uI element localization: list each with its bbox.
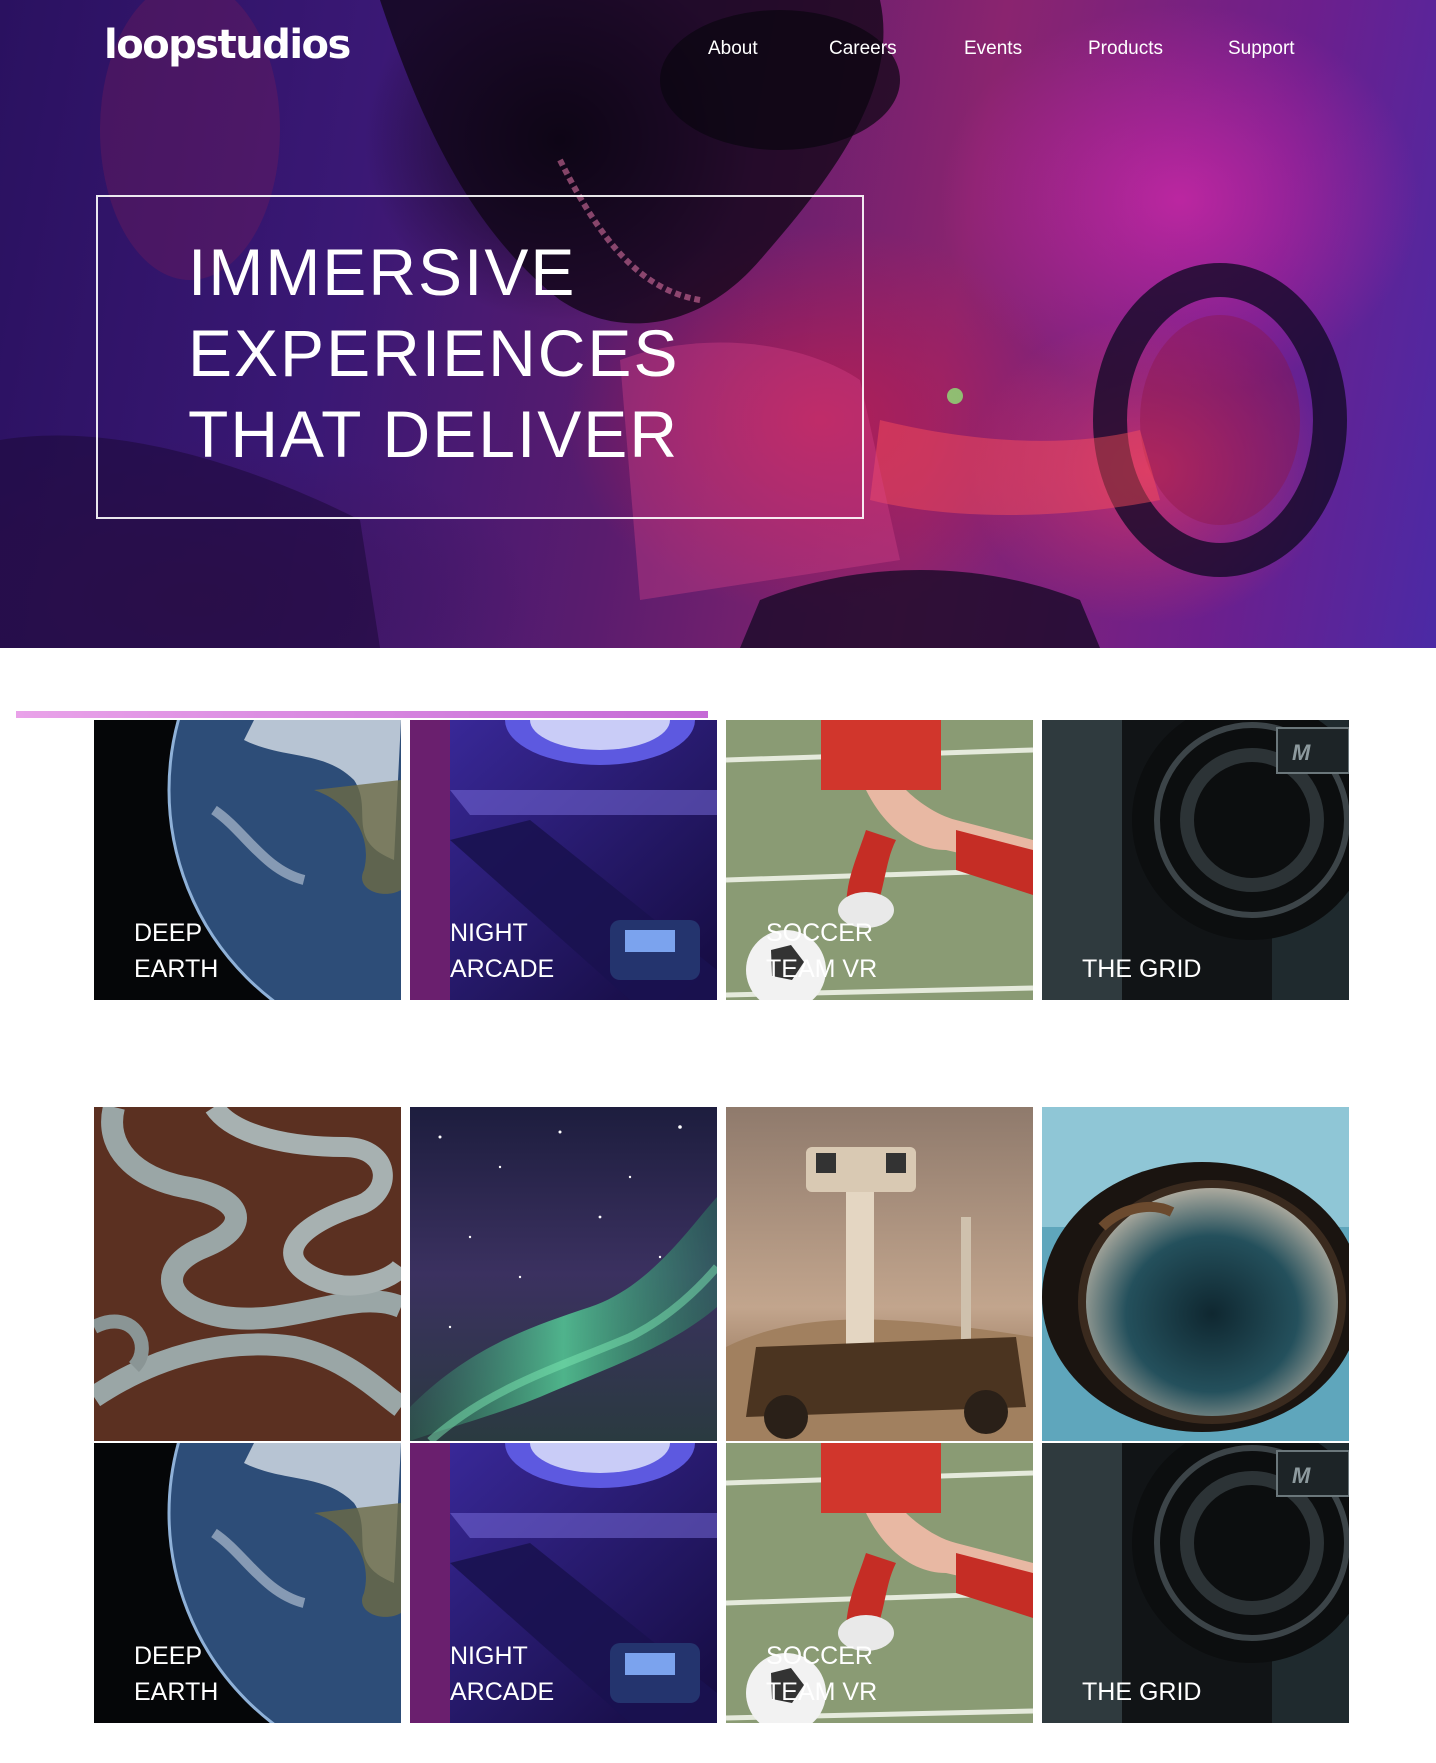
hero-headline-line-2: EXPERIENCES: [188, 316, 680, 390]
tiny-planet-image: [1042, 1107, 1349, 1441]
creation-card-night-arcade[interactable]: NIGHT ARCADE: [410, 1443, 717, 1723]
nav-products[interactable]: Products: [1088, 38, 1163, 60]
creation-card-label: DEEP EARTH: [134, 919, 219, 983]
nav-support[interactable]: Support: [1228, 38, 1295, 60]
hero-headline-line-1: IMMERSIVE: [188, 235, 577, 309]
hero-headline-box: IMMERSIVE EXPERIENCES THAT DELIVER: [96, 195, 864, 519]
creation-tile-aurora[interactable]: [410, 1107, 717, 1441]
creation-card-the-grid[interactable]: M THE GRID: [1042, 720, 1349, 1000]
creation-card-label: SOCCER TEAM VR: [766, 1642, 878, 1706]
creation-card-label: THE GRID: [1082, 955, 1202, 983]
creation-card-label: THE GRID: [1082, 1678, 1202, 1706]
creation-card-night-arcade[interactable]: NIGHT ARCADE: [410, 720, 717, 1000]
nav-careers[interactable]: Careers: [829, 38, 897, 60]
creation-card-soccer-team-vr[interactable]: SOCCER TEAM VR: [726, 1443, 1033, 1723]
nav-events[interactable]: Events: [964, 38, 1022, 60]
aurora-image: [410, 1107, 717, 1441]
creation-card-the-grid[interactable]: M THE GRID: [1042, 1443, 1349, 1723]
creation-card-deep-earth[interactable]: DEEP EARTH: [94, 720, 401, 1000]
mars-rover-image: [726, 1107, 1033, 1441]
creation-card-deep-earth[interactable]: DEEP EARTH: [94, 1443, 401, 1723]
hero-headline-line-3: THAT DELIVER: [188, 397, 679, 471]
creation-tile-mars-rover[interactable]: [726, 1107, 1033, 1441]
curvy-road-image: [94, 1107, 401, 1441]
creation-card-soccer-team-vr[interactable]: SOCCER TEAM VR: [726, 720, 1033, 1000]
nav-about[interactable]: About: [708, 38, 758, 60]
creation-card-label: NIGHT ARCADE: [450, 1642, 555, 1706]
svg-text:M: M: [1292, 740, 1311, 765]
creation-tile-curvy-road[interactable]: [94, 1107, 401, 1441]
creation-tile-tiny-planet[interactable]: [1042, 1107, 1349, 1441]
creation-card-label: SOCCER TEAM VR: [766, 919, 878, 983]
creation-card-label: DEEP EARTH: [134, 1642, 219, 1706]
accent-bar: [16, 711, 708, 718]
hero-headline: IMMERSIVE EXPERIENCES THAT DELIVER: [188, 232, 679, 475]
main-nav: About Careers Events Products Support: [0, 38, 1436, 62]
creation-card-label: NIGHT ARCADE: [450, 919, 555, 983]
svg-text:M: M: [1292, 1463, 1311, 1488]
hero-section: loopstudios About Careers Events Product…: [0, 0, 1436, 648]
